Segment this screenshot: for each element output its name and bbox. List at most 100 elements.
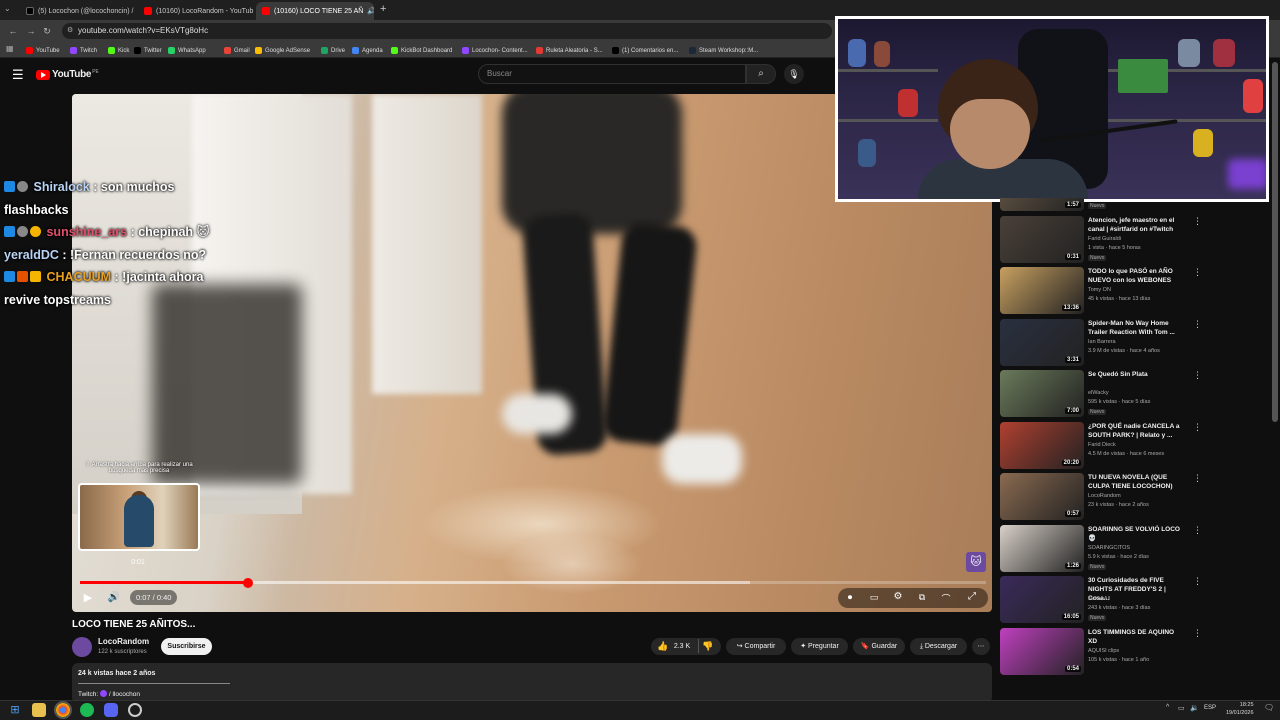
more-options-icon[interactable]: ⋮	[1193, 319, 1200, 330]
tab-list-icon[interactable]: ⌄	[4, 4, 11, 13]
dislike-icon[interactable]: 👎	[702, 638, 713, 655]
share-button[interactable]: ↪ Compartir	[726, 638, 786, 655]
recommendation-thumbnail[interactable]: 7:00	[1000, 370, 1084, 417]
spotify-icon[interactable]	[80, 703, 94, 717]
recommendation-title[interactable]: ¿POR QUÉ nadie CANCELA a SOUTH PARK? | R…	[1088, 422, 1180, 440]
more-options-icon[interactable]: ⋮	[1193, 525, 1200, 536]
recommendation-thumbnail[interactable]: 20:20	[1000, 421, 1084, 469]
autoplay-toggle-icon[interactable]: ⏺	[844, 592, 856, 603]
bookmark-item[interactable]: Gmail	[224, 45, 250, 56]
subscribe-button[interactable]: Suscribirse	[161, 638, 212, 655]
file-explorer-icon[interactable]	[32, 703, 46, 717]
settings-gear-icon[interactable]: ⚙	[892, 591, 904, 602]
bookmark-item[interactable]: Drive	[321, 45, 345, 56]
recommendation-title[interactable]: LOS TIMMINGS DE AQUINO XD	[1088, 628, 1180, 646]
recommendation-item[interactable]: 3:31 Spider-Man No Way Home Trailer React…	[1000, 317, 1200, 369]
audio-icon[interactable]: 🔊	[367, 7, 374, 15]
youtube-logo[interactable]: YouTube PE	[36, 69, 99, 80]
voice-search-button[interactable]: 🎙	[784, 64, 804, 84]
bookmark-item[interactable]: WhatsApp	[168, 45, 206, 56]
close-icon[interactable]: ×	[253, 7, 254, 16]
windows-start-icon[interactable]: ⊞	[8, 703, 22, 717]
channel-watermark[interactable]: 🐱	[966, 552, 986, 572]
more-actions-button[interactable]: ⋯	[972, 638, 990, 655]
chrome-icon[interactable]	[54, 701, 72, 719]
search-input[interactable]: Buscar	[478, 64, 746, 84]
mute-button[interactable]: 🔊	[106, 590, 122, 606]
avatar[interactable]	[72, 637, 92, 657]
cast-icon[interactable]: ⌒	[940, 592, 952, 605]
progress-scrubber-handle[interactable]	[242, 578, 253, 588]
recommendation-thumbnail[interactable]: 16:05	[1000, 576, 1084, 623]
tray-chevron-icon[interactable]: ^	[1166, 704, 1169, 711]
channel-name[interactable]: LocoRandom	[98, 637, 149, 646]
recommendation-thumbnail[interactable]: 0:31	[1000, 215, 1084, 263]
back-icon[interactable]: ←	[6, 24, 20, 38]
recommendation-thumbnail[interactable]: 1:26	[1000, 524, 1084, 572]
bookmark-item[interactable]: Twitch	[70, 45, 97, 56]
recommendation-title[interactable]: TODO lo que PASÓ en AÑO NUEVO con los WE…	[1088, 267, 1180, 285]
recommendation-channel[interactable]: SOARINGCITOS	[1088, 545, 1130, 551]
tray-network-icon[interactable]: ▭	[1178, 704, 1185, 712]
reload-icon[interactable]: ↻	[40, 24, 54, 38]
obs-icon[interactable]	[128, 703, 142, 717]
subtitles-icon[interactable]: ▭	[868, 592, 880, 603]
tab-locorandom[interactable]: (10160) LocoRandom - YouTub ×	[138, 2, 254, 20]
recommendation-title[interactable]: Se Quedó Sin Plata	[1088, 370, 1180, 379]
recommendation-thumbnail[interactable]: 0:57	[1000, 473, 1084, 520]
tray-language[interactable]: ESP	[1204, 705, 1216, 711]
recommendation-thumbnail[interactable]: 13:36	[1000, 267, 1084, 314]
recommendation-channel[interactable]: Farid Guiraldi	[1088, 236, 1121, 242]
fullscreen-icon[interactable]: ⤢	[966, 591, 978, 602]
search-button[interactable]: ⌕	[746, 64, 776, 84]
recommendation-item[interactable]: 0:57 TU NUEVA NOVELA (QUE CULPA TIENE LOC…	[1000, 471, 1200, 523]
recommendation-item[interactable]: 0:54 LOS TIMMINGS DE AQUINO XD AQUISI clip…	[1000, 626, 1200, 678]
bookmark-item[interactable]: KickBot Dashboard	[391, 45, 452, 56]
ask-button[interactable]: ✦ Preguntar	[791, 638, 848, 655]
new-tab-button[interactable]: +	[380, 3, 386, 15]
recommendation-channel[interactable]: AQUISI clips	[1088, 648, 1119, 654]
apps-grid-icon[interactable]: ▦	[6, 44, 14, 53]
twitch-handle[interactable]: / llocochon	[109, 691, 140, 698]
recommendation-title[interactable]: SOARINNG SE VOLVIÓ LOCO 💀	[1088, 525, 1180, 543]
url-bar[interactable]: ⚙ youtube.com/watch?v=EKsVTg8oHc	[62, 23, 832, 39]
more-options-icon[interactable]: ⋮	[1193, 216, 1200, 227]
recommendation-thumbnail[interactable]: 0:54	[1000, 627, 1084, 675]
recommendation-thumbnail[interactable]: 1:57	[1000, 198, 1084, 211]
recommendation-channel[interactable]: NeitanAll	[1088, 596, 1110, 602]
recommendation-title[interactable]: TU NUEVA NOVELA (QUE CULPA TIENE LOCOCHO…	[1088, 473, 1180, 491]
menu-icon[interactable]: ☰	[12, 67, 24, 83]
more-options-icon[interactable]: ⋮	[1193, 422, 1200, 433]
recommendation-channel[interactable]: elWacky	[1088, 390, 1109, 396]
recommendation-channel[interactable]: Tomy ON	[1088, 287, 1111, 293]
bookmark-item[interactable]: Twitter	[134, 45, 162, 56]
site-info-icon[interactable]: ⚙	[67, 23, 73, 39]
recommendation-item[interactable]: 1:26 SOARINNG SE VOLVIÓ LOCO 💀 SOARINGCITO…	[1000, 523, 1200, 575]
recommendation-item[interactable]: 1:577.8 k vistas · hace 4 díasNuevo⋮	[1000, 198, 1200, 214]
close-icon[interactable]: ×	[133, 7, 136, 16]
more-options-icon[interactable]: ⋮	[1193, 267, 1200, 278]
more-options-icon[interactable]: ⋮	[1193, 628, 1200, 639]
recommendation-channel[interactable]: LocoRandom	[1088, 493, 1121, 499]
more-options-icon[interactable]: ⋮	[1193, 370, 1200, 381]
bookmark-item[interactable]: Ruleta Aleatoria - S...	[536, 45, 603, 56]
bookmark-item[interactable]: Kick	[108, 45, 129, 56]
recommendation-item[interactable]: 13:36 TODO lo que PASÓ en AÑO NUEVO con l…	[1000, 265, 1200, 317]
save-button[interactable]: 🔖 Guardar	[853, 638, 905, 655]
recommendation-thumbnail[interactable]: 3:31	[1000, 318, 1084, 366]
tab-current-video[interactable]: (10160) LOCO TIENE 25 AÑ 🔊 ×	[256, 2, 374, 20]
more-options-icon[interactable]: ⋮	[1193, 473, 1200, 484]
play-button[interactable]: ▶	[80, 590, 96, 606]
tray-volume-icon[interactable]: 🔉	[1190, 704, 1199, 712]
tab-twitter[interactable]: (5) Locochon (@locochoncin) / ×	[20, 2, 136, 20]
recommendation-item[interactable]: 20:20 ¿POR QUÉ nadie CANCELA a SOUTH PARK…	[1000, 420, 1200, 472]
miniplayer-icon[interactable]: ⧉	[916, 592, 928, 603]
recommendation-title[interactable]: Spider-Man No Way Home Trailer Reaction …	[1088, 319, 1180, 337]
bookmark-item[interactable]: Steam Workshop::M...	[689, 45, 758, 56]
recommendation-item[interactable]: 0:31 Atencion, jefe maestro en el canal |…	[1000, 214, 1200, 266]
bookmark-item[interactable]: (1) Comentarios en...	[612, 45, 678, 56]
more-options-icon[interactable]: ⋮	[1193, 576, 1200, 587]
page-scrollbar[interactable]	[1272, 62, 1278, 422]
recommendation-title[interactable]: Atencion, jefe maestro en el canal | #si…	[1088, 216, 1180, 234]
recommendation-item[interactable]: 16:05 30 Curiosidades de FIVE NIGHTS AT F…	[1000, 574, 1200, 626]
